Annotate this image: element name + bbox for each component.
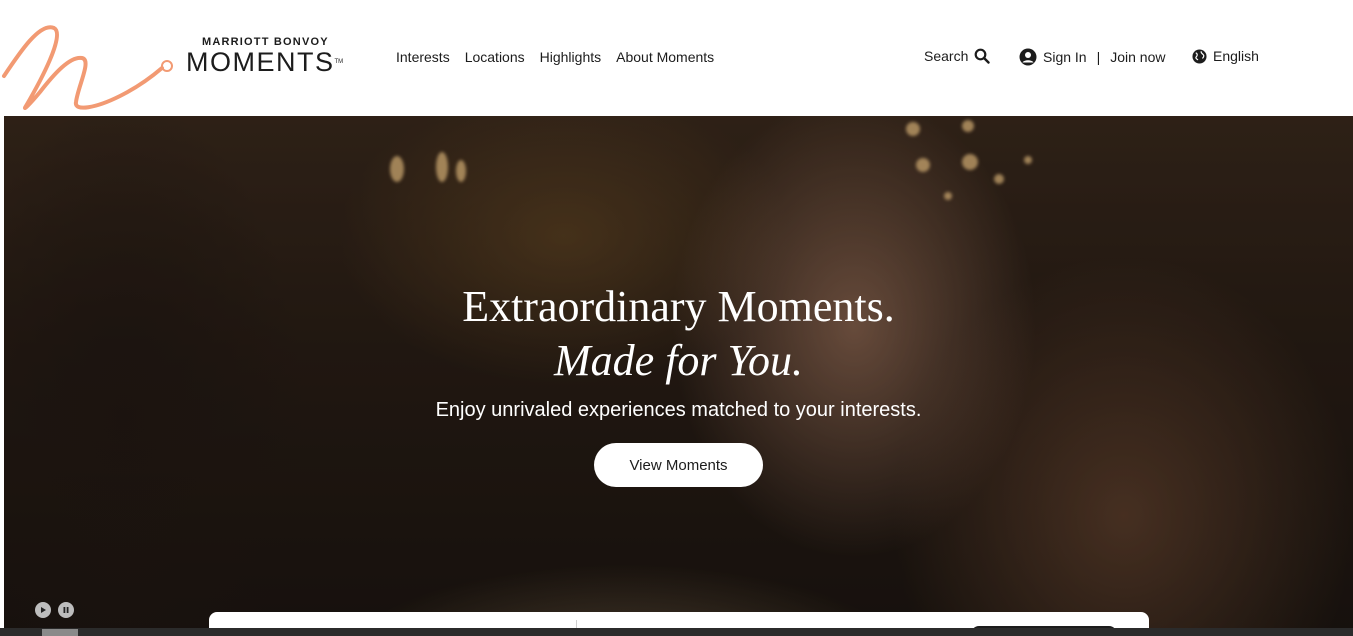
search-label: Search [924, 48, 969, 64]
site-header: MARRIOTT BONVOY MOMENTSTM Interests Loca… [0, 0, 1353, 116]
search-button[interactable]: Search [924, 48, 991, 64]
join-now-link[interactable]: Join now [1110, 49, 1165, 65]
scrollbar-thumb[interactable] [42, 629, 78, 636]
nav-item-about-moments[interactable]: About Moments [616, 49, 714, 65]
brand-squiggle-icon [2, 25, 173, 111]
play-icon [41, 607, 46, 613]
search-icon [974, 48, 991, 64]
page: MARRIOTT BONVOY MOMENTSTM Interests Loca… [0, 0, 1353, 636]
brand-main-word: MOMENTS [186, 47, 335, 77]
hero-subtitle: Made for You. [554, 336, 803, 385]
main-nav: Interests Locations Highlights About Mom… [396, 49, 714, 65]
nav-item-interests[interactable]: Interests [396, 49, 450, 65]
account-links: Sign In | Join now [1019, 48, 1166, 66]
language-selector[interactable]: English [1192, 48, 1259, 64]
language-label: English [1213, 48, 1259, 64]
nav-item-locations[interactable]: Locations [465, 49, 525, 65]
brand-logo[interactable]: MARRIOTT BONVOY MOMENTSTM [186, 36, 356, 76]
globe-icon [1192, 48, 1207, 64]
play-button[interactable] [35, 602, 51, 618]
account-icon [1019, 48, 1037, 66]
hero-title: Extraordinary Moments. [462, 282, 895, 331]
pause-icon [63, 607, 69, 613]
pause-button[interactable] [58, 602, 74, 618]
hero-video: Extraordinary Moments. Made for You. Enj… [4, 116, 1353, 636]
hero-description: Enjoy unrivaled experiences matched to y… [435, 399, 922, 421]
nav-item-highlights[interactable]: Highlights [540, 49, 601, 65]
trademark-mark: TM [334, 59, 344, 65]
sign-in-link[interactable]: Sign In [1043, 49, 1087, 65]
horizontal-scrollbar[interactable] [0, 628, 1353, 636]
account-separator: | [1096, 49, 1101, 65]
brand-main-text: MOMENTSTM [186, 48, 356, 76]
view-moments-button[interactable]: View Moments [594, 443, 763, 487]
